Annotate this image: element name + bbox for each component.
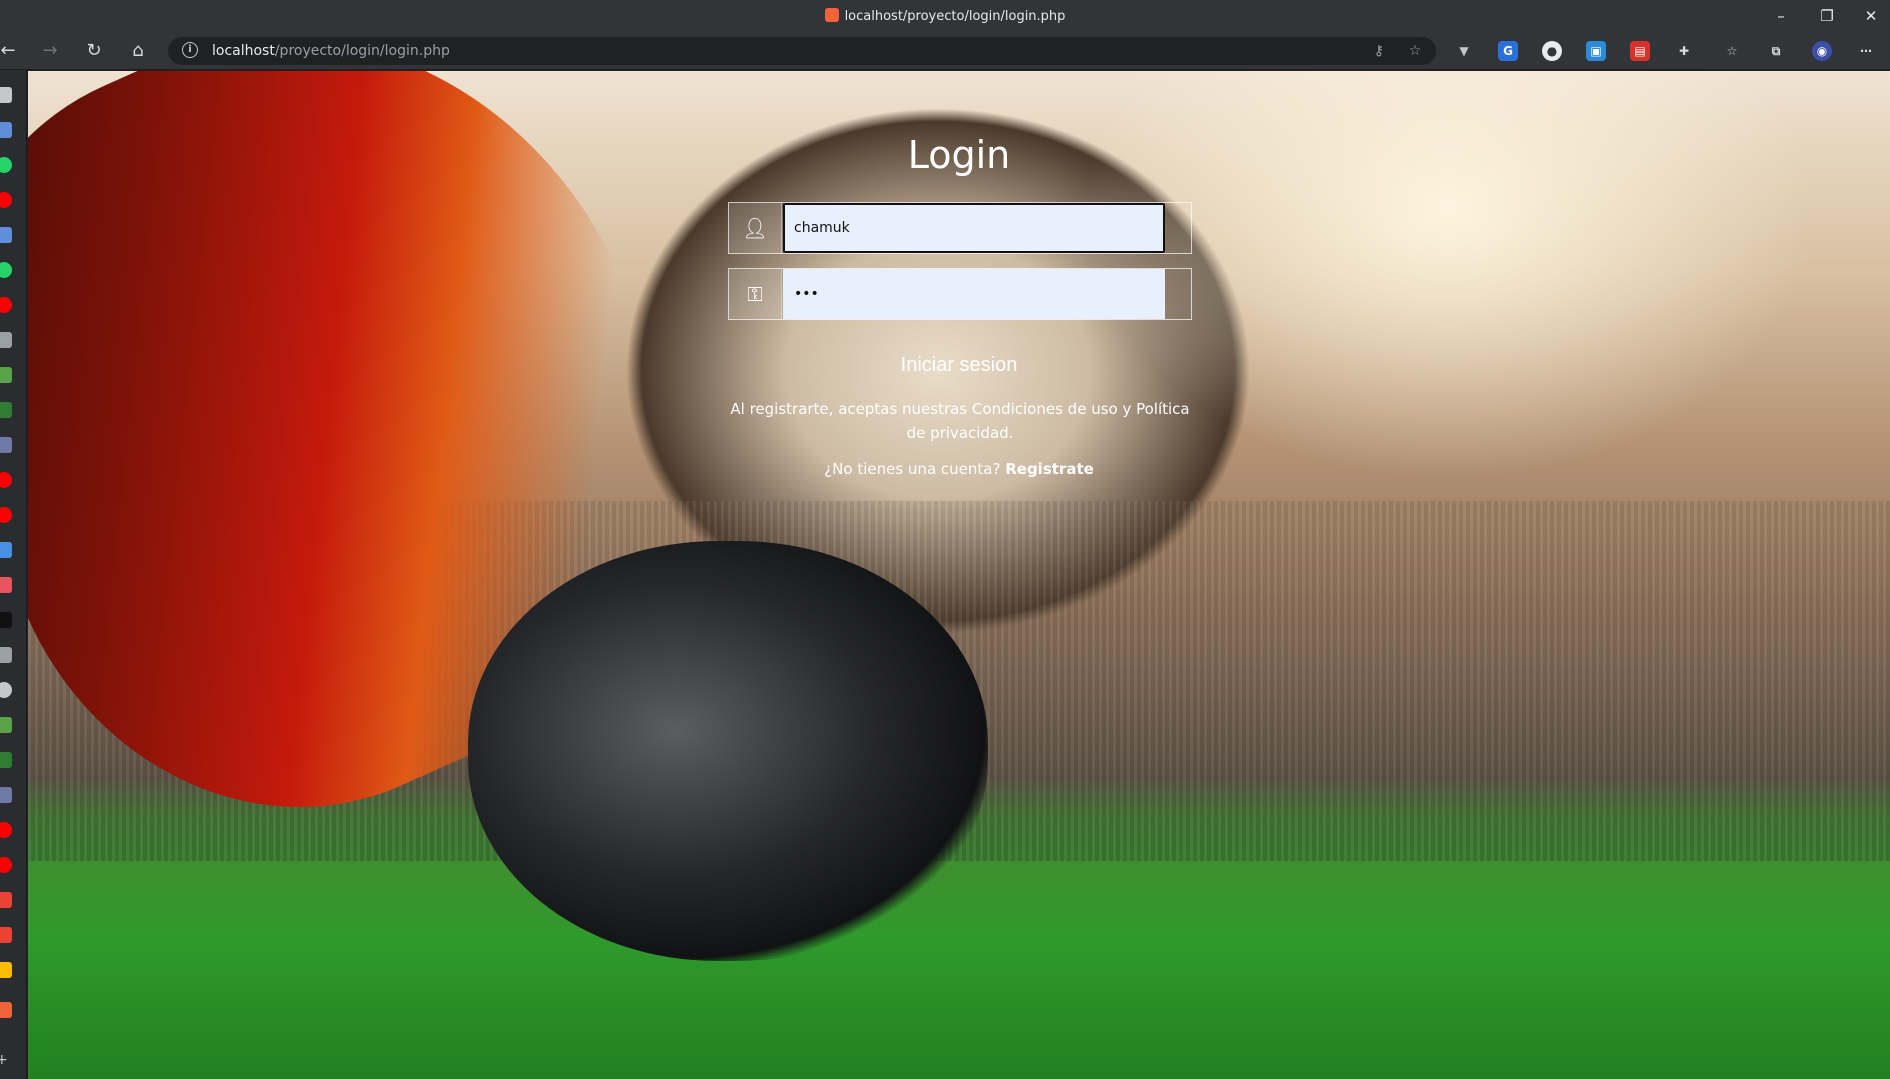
register-link[interactable]: Registrate bbox=[1005, 460, 1094, 478]
password-input[interactable]: ••• bbox=[783, 269, 1165, 319]
extension-capture-icon[interactable]: ▣ bbox=[1586, 41, 1606, 61]
drive-tab-icon[interactable] bbox=[0, 962, 12, 978]
url-path: /proyecto/login/login.php bbox=[274, 43, 450, 59]
xampp-favicon-icon bbox=[824, 8, 839, 22]
tab-icon[interactable] bbox=[0, 577, 12, 593]
restore-icon[interactable]: ❐ bbox=[1812, 4, 1842, 28]
username-input[interactable]: chamuk bbox=[783, 203, 1165, 253]
password-field: ⚿ ••• bbox=[728, 268, 1192, 320]
collections-icon[interactable]: ⧉ bbox=[1766, 41, 1786, 61]
browser-toolbar: ← → ↻ ⌂ i localhost/proyecto/login/login… bbox=[0, 32, 1890, 70]
home-icon[interactable]: ⌂ bbox=[124, 38, 152, 64]
tab-icon[interactable] bbox=[0, 682, 12, 698]
register-prompt: ¿No tienes una cuenta? bbox=[824, 460, 1001, 478]
tab-icon[interactable] bbox=[0, 717, 12, 733]
close-icon[interactable]: ✕ bbox=[1856, 4, 1886, 28]
profile-avatar[interactable]: ◉ bbox=[1812, 41, 1832, 61]
tab-icon[interactable] bbox=[0, 332, 12, 348]
tab-icon[interactable] bbox=[0, 647, 12, 663]
key-icon: ⚿ bbox=[729, 269, 782, 319]
tab-icon[interactable] bbox=[0, 122, 12, 138]
login-form: Login 👤︎ chamuk ⚿ ••• Iniciar sesion Al … bbox=[28, 71, 1890, 1079]
add-favorite-icon[interactable]: ☆ bbox=[1404, 41, 1426, 61]
youtube-tab-icon[interactable] bbox=[0, 857, 12, 873]
tab-icon[interactable] bbox=[0, 367, 12, 383]
url-host: localhost bbox=[212, 43, 275, 59]
favorites-icon[interactable]: ☆ bbox=[1722, 41, 1742, 61]
gmail-tab-icon[interactable] bbox=[0, 892, 12, 908]
youtube-tab-icon[interactable] bbox=[0, 297, 12, 313]
youtube-tab-icon[interactable] bbox=[0, 472, 12, 488]
forward-icon[interactable]: → bbox=[36, 38, 64, 64]
new-tab-icon[interactable]: + bbox=[0, 1052, 12, 1068]
key-icon[interactable]: ⚷ bbox=[1368, 41, 1390, 61]
youtube-tab-icon[interactable] bbox=[0, 822, 12, 838]
login-submit-button[interactable]: Iniciar sesion bbox=[28, 354, 1890, 377]
minimize-icon[interactable]: – bbox=[1766, 4, 1796, 28]
url-text[interactable]: localhost/proyecto/login/login.php bbox=[212, 43, 450, 59]
address-bar[interactable]: i localhost/proyecto/login/login.php ⚷ ☆ bbox=[168, 37, 1436, 65]
whatsapp-tab-icon[interactable] bbox=[0, 157, 12, 173]
user-icon: 👤︎ bbox=[729, 203, 782, 253]
window-title-text: localhost/proyecto/login/login.php bbox=[844, 9, 1066, 24]
tab-icon[interactable] bbox=[0, 227, 12, 243]
xampp-tab-icon[interactable] bbox=[0, 1002, 12, 1018]
extension-red-icon[interactable]: ▤ bbox=[1630, 41, 1650, 61]
back-icon[interactable]: ← bbox=[0, 38, 22, 64]
extension-circle-icon[interactable]: ● bbox=[1542, 41, 1562, 61]
translate-extension-icon[interactable]: G bbox=[1498, 41, 1518, 61]
tab-icon[interactable] bbox=[0, 752, 12, 768]
extensions-puzzle-icon[interactable]: ✚ bbox=[1674, 41, 1694, 61]
tab-icon[interactable] bbox=[0, 612, 12, 628]
refresh-icon[interactable]: ↻ bbox=[80, 38, 108, 64]
tab-icon[interactable] bbox=[0, 87, 12, 103]
tab-icon[interactable] bbox=[0, 437, 12, 453]
gmail-tab-icon[interactable] bbox=[0, 927, 12, 943]
title-bar: localhost/proyecto/login/login.php – ❐ ✕ bbox=[0, 0, 1890, 32]
vertical-tabs-sidebar: + bbox=[0, 70, 27, 1079]
whatsapp-tab-icon[interactable] bbox=[0, 262, 12, 278]
register-line: ¿No tienes una cuenta? Registrate bbox=[28, 460, 1890, 478]
more-menu-icon[interactable]: ⋯ bbox=[1856, 41, 1876, 61]
window-title: localhost/proyecto/login/login.php bbox=[0, 8, 1890, 24]
terms-text: Al registrarte, aceptas nuestras Condici… bbox=[730, 400, 1190, 442]
tab-icon[interactable] bbox=[0, 542, 12, 558]
youtube-tab-icon[interactable] bbox=[0, 507, 12, 523]
site-info-icon[interactable]: i bbox=[182, 42, 198, 58]
tab-icon[interactable] bbox=[0, 787, 12, 803]
extension-v-icon[interactable]: ▼ bbox=[1454, 41, 1474, 61]
tab-icon[interactable] bbox=[0, 402, 12, 418]
username-field: 👤︎ chamuk bbox=[728, 202, 1192, 254]
youtube-tab-icon[interactable] bbox=[0, 192, 12, 208]
login-title: Login bbox=[907, 133, 1011, 177]
page-viewport: Login 👤︎ chamuk ⚿ ••• Iniciar sesion Al … bbox=[28, 71, 1890, 1079]
